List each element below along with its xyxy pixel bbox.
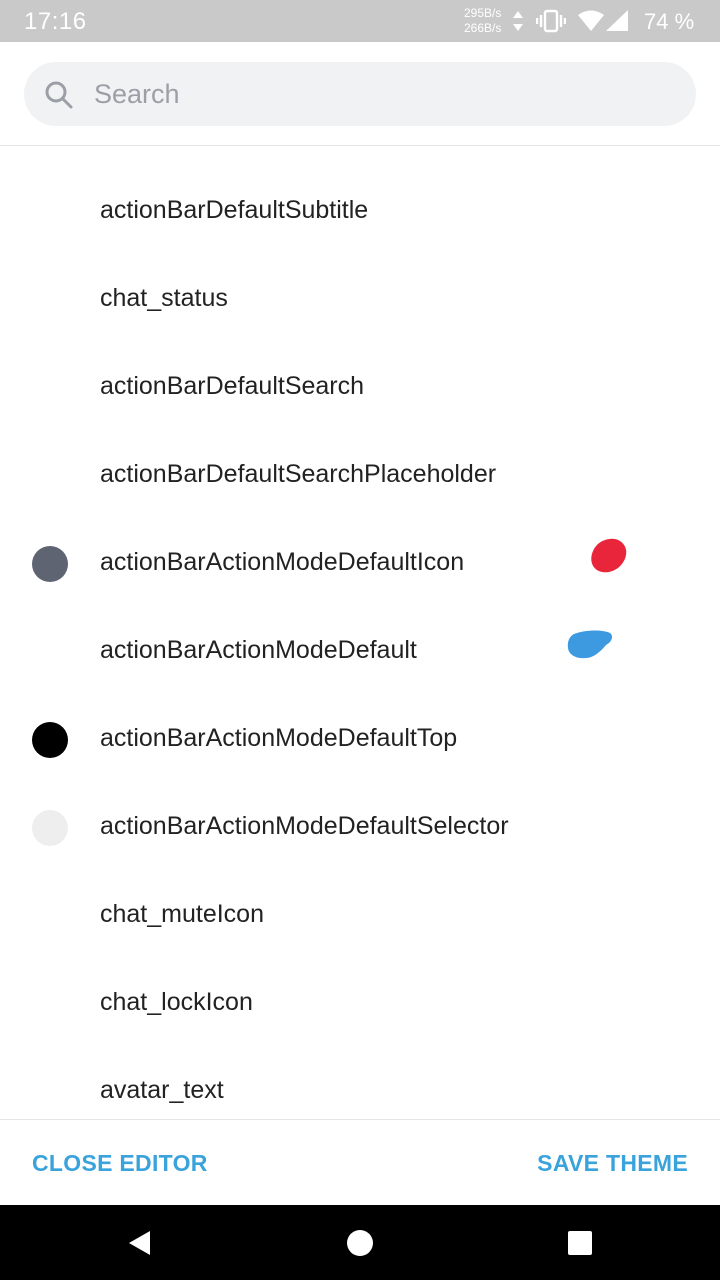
home-icon[interactable] bbox=[346, 1229, 374, 1262]
theme-key-label: avatar_text bbox=[100, 1076, 224, 1104]
wifi-icon bbox=[578, 10, 604, 37]
status-bar: 17:16 295B/s 266B/s 74 % bbox=[0, 0, 720, 42]
theme-key-label: actionBarDefaultSearch bbox=[100, 372, 365, 400]
list-item[interactable]: chat_status bbox=[0, 256, 720, 344]
signal-icon bbox=[606, 10, 628, 37]
theme-key-label: actionBarActionModeDefault bbox=[100, 636, 417, 664]
list-item[interactable]: chat_lockIcon bbox=[0, 960, 720, 1048]
color-swatch bbox=[32, 810, 68, 846]
search-icon bbox=[44, 80, 74, 115]
blue-mark bbox=[564, 628, 616, 667]
list-item[interactable]: actionBarDefaultSearchPlaceholder bbox=[0, 432, 720, 520]
list-item[interactable]: actionBarActionModeDefaultSelector bbox=[0, 784, 720, 872]
list-item[interactable]: chat_muteIcon bbox=[0, 872, 720, 960]
search-box[interactable] bbox=[24, 62, 696, 126]
theme-key-label: actionBarActionModeDefaultSelector bbox=[100, 812, 509, 840]
list-item[interactable]: actionBarDefaultSearch bbox=[0, 344, 720, 432]
screen: 17:16 295B/s 266B/s 74 % Search actionBa… bbox=[0, 0, 720, 1280]
search-header bbox=[0, 42, 720, 146]
data-arrows-icon bbox=[512, 9, 524, 38]
close-editor-button[interactable]: CLOSE EDITOR bbox=[32, 1150, 208, 1177]
list-item[interactable]: actionBarDefaultSubtitle bbox=[0, 168, 720, 256]
navigation-bar bbox=[0, 1205, 720, 1280]
color-swatch bbox=[32, 722, 68, 758]
net-up-speed: 295B/s bbox=[464, 6, 502, 20]
list-item[interactable]: actionBarActionModeDefaultTop bbox=[0, 696, 720, 784]
theme-key-label: actionBarActionModeDefaultTop bbox=[100, 724, 458, 752]
back-icon[interactable] bbox=[126, 1229, 154, 1262]
theme-key-label: chat_status bbox=[100, 284, 228, 312]
search-input[interactable] bbox=[94, 62, 674, 126]
theme-key-label: chat_lockIcon bbox=[100, 988, 253, 1016]
theme-key-label: chat_muteIcon bbox=[100, 900, 264, 928]
recents-icon[interactable] bbox=[567, 1230, 593, 1261]
save-theme-button[interactable]: SAVE THEME bbox=[537, 1150, 688, 1177]
net-down-speed: 266B/s bbox=[464, 21, 502, 35]
color-swatch bbox=[32, 546, 68, 582]
theme-key-label: actionBarDefaultSubtitle bbox=[100, 196, 369, 224]
vibrate-icon bbox=[535, 9, 567, 38]
theme-key-label: actionBarActionModeDefaultIcon bbox=[100, 548, 465, 576]
battery-level: 74 % bbox=[644, 9, 695, 34]
theme-key-label: actionBarDefaultSearchPlaceholder bbox=[100, 460, 497, 488]
status-time: 17:16 bbox=[24, 8, 87, 35]
network-speed: 295B/s 266B/s bbox=[464, 6, 501, 36]
bottom-action-bar: CLOSE EDITOR SAVE THEME bbox=[0, 1119, 720, 1205]
red-mark bbox=[588, 536, 630, 583]
